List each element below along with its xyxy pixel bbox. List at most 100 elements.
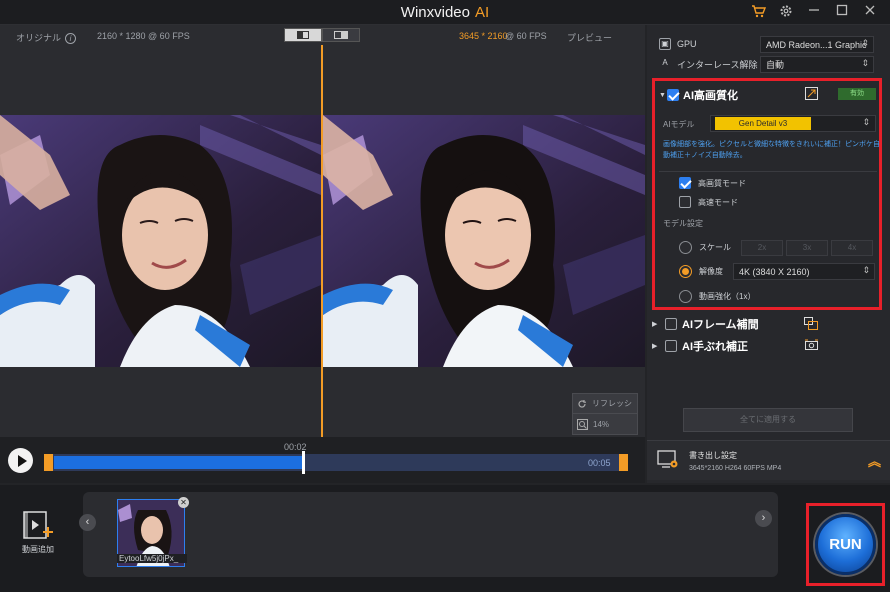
scale-radio[interactable] — [679, 241, 692, 254]
video-enhance-label: 動画強化（1x） — [699, 292, 756, 301]
compare-toggle — [284, 28, 360, 42]
compare-divider[interactable] — [321, 45, 323, 437]
scale-2x-button[interactable]: 2x — [741, 240, 783, 256]
resolution-label: 解像度 — [699, 267, 723, 276]
frame-interp-label: AIフレーム補間 — [682, 319, 759, 331]
output-fps: @ 60 FPS — [505, 31, 547, 41]
frame-interp-checkbox[interactable] — [665, 318, 677, 330]
playhead[interactable] — [302, 451, 305, 474]
original-resolution: 2160 * 1280 @ 60 FPS — [97, 31, 190, 41]
run-button[interactable]: RUN — [815, 514, 876, 575]
deinterlace-select[interactable]: 自動 ⇕ — [760, 56, 874, 73]
export-settings-icon — [657, 450, 678, 468]
deinterlace-value: 自動 — [766, 60, 785, 70]
frame-interp-icon — [804, 317, 818, 330]
cart-icon[interactable] — [750, 4, 766, 20]
deinterlace-label: インターレース解除 — [677, 59, 758, 70]
thumbnail-filename: EytooLfw5j0jPx_ — [117, 554, 187, 563]
model-select[interactable]: Gen Detail v3 ⇕ — [710, 115, 876, 132]
preview-video-frame — [323, 115, 645, 367]
apply-all-button[interactable]: 全てに適用する — [683, 408, 853, 432]
zoom-icon — [577, 418, 588, 430]
add-video-button[interactable]: 動画追加 — [14, 510, 62, 555]
app-title-ai: AI — [475, 4, 490, 21]
hq-mode-label: 高画質モード — [698, 178, 746, 188]
divider — [659, 171, 877, 172]
split-view-button[interactable] — [284, 28, 322, 42]
output-resolution: 3645 * 2160 — [459, 31, 508, 41]
timeline-progress — [54, 456, 302, 469]
preview-area: オリジナル i 2160 * 1280 @ 60 FPS 3645 * 2160 … — [0, 25, 645, 437]
window-controls — [750, 4, 878, 20]
preview-label: プレビュー — [567, 33, 613, 43]
hq-mode-option[interactable]: 高画質モード — [679, 177, 746, 189]
chevron-up-icon[interactable]: ︽ — [868, 451, 881, 470]
fast-mode-label: 高速モード — [698, 197, 738, 207]
refresh-label: リフレッシ — [592, 399, 632, 408]
compare-icon[interactable] — [805, 87, 818, 100]
refresh-button[interactable]: リフレッシ — [573, 394, 637, 414]
trim-start-handle[interactable] — [44, 454, 53, 471]
app-title-text: Winxvideo — [400, 4, 470, 21]
enabled-badge: 有効 — [838, 88, 876, 100]
refresh-icon — [578, 399, 586, 408]
deinterlace-icon: A — [662, 58, 668, 67]
scale-label: スケール — [699, 243, 731, 252]
fast-mode-option[interactable]: 高速モード — [679, 196, 738, 208]
expand-icon[interactable]: ▶ — [652, 342, 660, 350]
video-enhance-option[interactable]: 動画強化（1x） — [679, 290, 755, 303]
model-value: Gen Detail v3 — [715, 117, 811, 130]
model-settings-label: モデル設定 — [663, 219, 703, 228]
collapse-icon[interactable]: ▼ — [659, 92, 667, 99]
stabilize-icon — [805, 339, 818, 350]
close-icon[interactable] — [862, 4, 878, 20]
model-label: AIモデル — [663, 120, 695, 129]
zoom-label: 14% — [593, 419, 610, 429]
add-video-icon — [23, 511, 53, 539]
chevron-right-icon[interactable]: › — [755, 510, 772, 527]
enhance-title: AI高画質化 — [683, 90, 738, 102]
scale-3x-button[interactable]: 3x — [786, 240, 828, 256]
preview-tools: リフレッシ 14% — [572, 393, 638, 435]
zoom-button[interactable]: 14% — [573, 414, 637, 434]
stabilize-label: AI手ぶれ補正 — [682, 341, 748, 353]
info-icon[interactable]: i — [65, 33, 77, 44]
export-title: 書き出し設定 — [689, 451, 737, 460]
export-details: 3645*2160 H264 60FPS MP4 — [689, 465, 782, 472]
resolution-option[interactable]: 解像度 — [679, 265, 723, 278]
frame-interp-row[interactable]: ▶ AIフレーム補間 — [652, 314, 890, 334]
side-by-side-icon — [334, 31, 348, 39]
stabilize-row[interactable]: ▶ AI手ぶれ補正 — [652, 336, 890, 356]
scale-option[interactable]: スケール — [679, 241, 731, 254]
trim-end-handle[interactable] — [619, 454, 628, 471]
timeline-track[interactable] — [44, 451, 628, 474]
gpu-icon: ▣ — [659, 38, 671, 50]
select-arrow-icon: ⇕ — [861, 58, 869, 68]
fast-mode-checkbox[interactable] — [679, 196, 691, 208]
side-by-side-button[interactable] — [322, 28, 360, 42]
gpu-select[interactable]: AMD Radeon...1 Graphic ⇕ — [760, 36, 874, 53]
enhance-checkbox[interactable] — [667, 89, 679, 101]
stabilize-checkbox[interactable] — [665, 340, 677, 352]
timeline: 00:02 00:05 — [0, 437, 645, 483]
resolution-select[interactable]: 4K (3840 X 2160) ⇕ — [733, 263, 875, 280]
resolution-radio[interactable] — [679, 265, 692, 278]
gpu-label: GPU — [677, 39, 697, 49]
title-bar: Winxvideo AI — [0, 0, 890, 25]
maximize-icon[interactable] — [834, 4, 850, 20]
chevron-left-icon[interactable]: ‹ — [79, 514, 96, 531]
select-arrow-icon: ⇕ — [861, 38, 869, 48]
minimize-icon[interactable] — [806, 4, 822, 20]
remove-file-icon[interactable]: ✕ — [178, 497, 189, 508]
app-window: Winxvideo AI オリジナル i 2160 * 1280 @ 60 FPS — [0, 0, 890, 592]
expand-icon[interactable]: ▶ — [652, 320, 660, 328]
play-button[interactable] — [8, 448, 33, 473]
video-enhance-radio[interactable] — [679, 290, 692, 303]
gear-icon[interactable] — [778, 4, 794, 20]
original-label-text: オリジナル — [16, 33, 62, 43]
resolution-value: 4K (3840 X 2160) — [739, 266, 810, 277]
preview-frame-image — [323, 115, 645, 367]
scale-4x-button[interactable]: 4x — [831, 240, 873, 256]
hq-mode-checkbox[interactable] — [679, 177, 691, 189]
export-settings[interactable]: 書き出し設定 3645*2160 H264 60FPS MP4 ︽ — [647, 440, 890, 480]
